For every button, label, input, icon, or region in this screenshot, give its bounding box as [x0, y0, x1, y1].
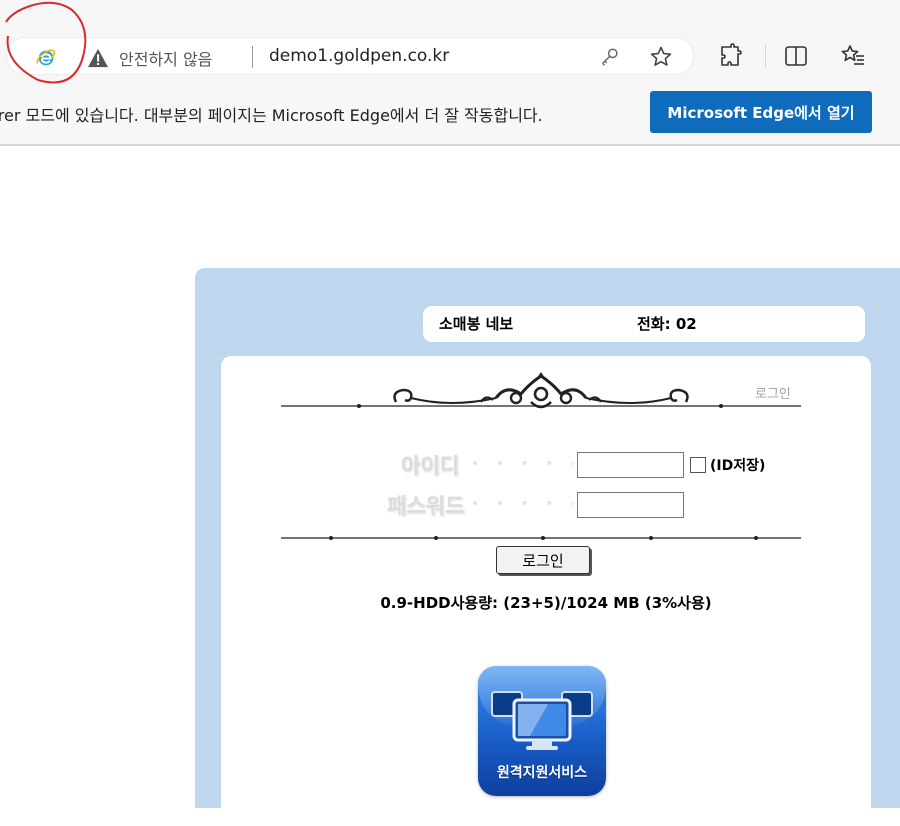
- security-status-label[interactable]: 안전하지 않음: [119, 46, 212, 70]
- info-message: orer 모드에 있습니다. 대부분의 페이지는 Microsoft Edge에…: [0, 106, 543, 125]
- extensions-icon[interactable]: [718, 43, 744, 69]
- store-phone: 전화: 02: [637, 315, 697, 333]
- login-panel: 로그인 아이디 • • • • › (ID저장) 패스워드 • • • • › …: [221, 356, 871, 826]
- ie-icon[interactable]: [35, 47, 57, 69]
- login-frame: 소매봉 네보 전화: 02 로그인 아이디 • • • • › (ID저장) 패…: [195, 268, 900, 826]
- url-text[interactable]: demo1.goldpen.co.kr: [269, 46, 449, 66]
- address-separator: [252, 46, 253, 68]
- id-input[interactable]: [577, 452, 684, 478]
- warning-icon[interactable]: [87, 48, 109, 68]
- password-label-dots: • • • • ›: [471, 496, 582, 512]
- password-label: 패스워드: [387, 494, 465, 518]
- save-id-label[interactable]: (ID저장): [710, 455, 765, 475]
- remote-support-label: 원격지원서비스: [496, 765, 588, 781]
- remote-support-button[interactable]: 원격지원서비스: [478, 666, 606, 796]
- favorites-icon[interactable]: [840, 43, 866, 69]
- bottom-divider: [281, 536, 801, 540]
- monitors-icon: [491, 691, 593, 750]
- store-name: 소매봉 네보: [439, 315, 514, 333]
- login-caption: 로그인: [755, 387, 791, 402]
- open-in-edge-button[interactable]: Microsoft Edge에서 열기: [650, 91, 872, 133]
- id-label: 아이디: [401, 454, 459, 478]
- login-button[interactable]: 로그인: [496, 546, 590, 574]
- ornament-divider: [281, 372, 801, 409]
- ie-mode-info-bar: orer 모드에 있습니다. 대부분의 페이지는 Microsoft Edge에…: [0, 84, 900, 146]
- id-label-dots: • • • • ›: [471, 456, 582, 472]
- key-icon[interactable]: [599, 46, 621, 68]
- address-bar[interactable]: 안전하지 않음 demo1.goldpen.co.kr: [6, 37, 694, 75]
- split-screen-icon[interactable]: [783, 43, 809, 69]
- toolbar-separator: [765, 44, 766, 68]
- hdd-usage-text: 0.9-HDD사용량: (23+5)/1024 MB (3%사용): [380, 594, 712, 612]
- header-box: 소매봉 네보 전화: 02: [423, 306, 865, 342]
- password-input[interactable]: [577, 492, 684, 518]
- browser-toolbar: 안전하지 않음 demo1.goldpen.co.kr: [0, 0, 900, 84]
- star-icon[interactable]: [649, 45, 673, 69]
- save-id-checkbox[interactable]: [690, 457, 706, 473]
